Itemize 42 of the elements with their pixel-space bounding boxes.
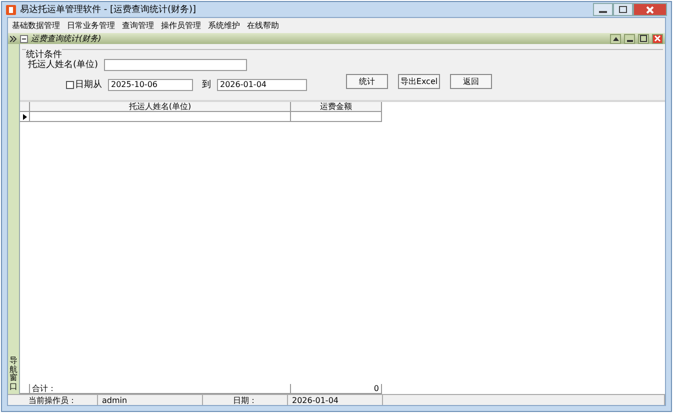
up-arrow-icon — [612, 36, 618, 40]
close-button[interactable] — [633, 3, 667, 16]
minimize-button[interactable] — [593, 3, 613, 16]
date-from-field[interactable]: 2025-10-06 — [108, 78, 193, 90]
app-icon — [6, 4, 16, 14]
action-button[interactable]: 统计 — [346, 74, 388, 89]
date-checkbox[interactable]: 日期从 — [66, 78, 102, 91]
menu-item[interactable]: 基础数据管理 — [12, 20, 60, 31]
to-label: 到 — [202, 78, 211, 91]
close-icon — [654, 35, 661, 42]
window-title: 易达托运单管理软件 - [运费查询统计(财务)] — [20, 4, 198, 16]
column-header[interactable]: 运费金额 — [291, 102, 382, 112]
row-header-cell[interactable] — [20, 112, 30, 122]
action-button[interactable]: 返回 — [450, 74, 492, 89]
minimize-button[interactable] — [624, 34, 635, 44]
maximize-button[interactable] — [613, 3, 633, 16]
close-icon — [646, 6, 654, 14]
menu-item[interactable]: 系统维护 — [208, 20, 240, 31]
expand-icon[interactable] — [10, 36, 17, 42]
group-title: 统计条件 — [26, 48, 62, 61]
close-button[interactable] — [652, 34, 663, 44]
date-to-field[interactable]: 2026-01-04 — [217, 78, 307, 90]
collapse-icon[interactable] — [20, 34, 28, 42]
maximize-icon — [619, 6, 627, 13]
column-header[interactable]: 托运人姓名(单位) — [30, 102, 291, 112]
status-label: 日期： — [203, 395, 288, 405]
menu-item[interactable]: 在线帮助 — [247, 20, 279, 31]
status-label: 当前操作员： — [8, 395, 98, 405]
row-pointer-icon — [22, 114, 26, 120]
action-button[interactable]: 导出Excel — [398, 74, 440, 89]
status-value: admin — [98, 395, 203, 405]
child-window-title: 运费查询统计(财务) — [31, 33, 102, 44]
menu-item[interactable]: 日常业务管理 — [67, 20, 115, 31]
navigation-tab[interactable]: 导航窗口 — [8, 44, 20, 394]
status-value: 2026-01-04 — [288, 395, 383, 405]
scroll-up-button[interactable] — [610, 34, 621, 44]
menu-item[interactable]: 查询管理 — [122, 20, 154, 31]
shipper-input[interactable] — [104, 58, 248, 70]
shipper-label: 托运人姓名(单位) — [28, 58, 98, 71]
maximize-button[interactable] — [638, 34, 649, 44]
menu-item[interactable]: 操作员管理 — [161, 20, 201, 31]
maximize-icon — [640, 35, 647, 42]
